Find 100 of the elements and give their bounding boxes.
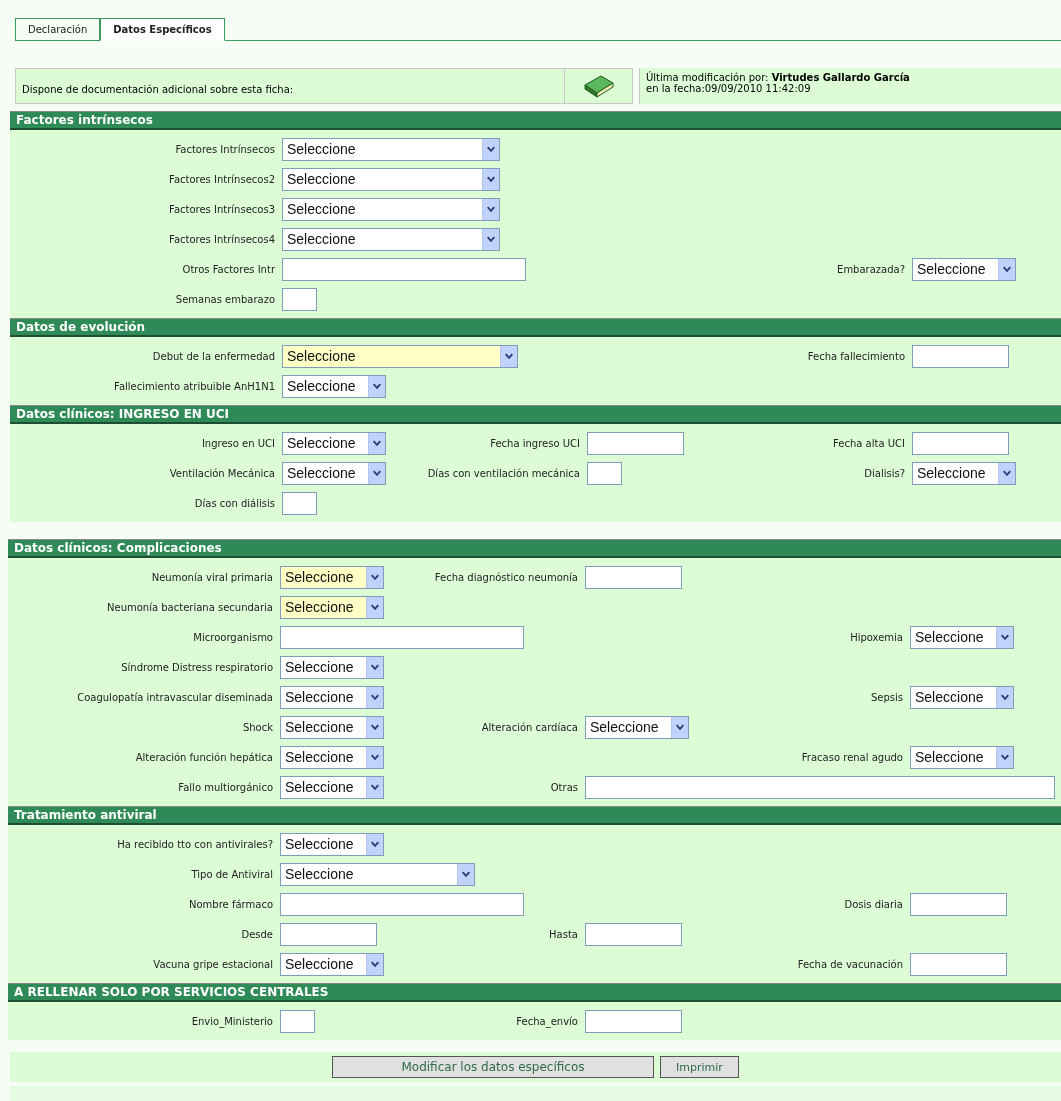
section-header: Tratamiento antiviral <box>8 806 1061 825</box>
dropdown[interactable]: Seleccione <box>282 374 386 398</box>
field-label: Días con diálisis <box>193 497 275 509</box>
chevron-down-icon <box>366 596 383 618</box>
dropdown[interactable]: Seleccione <box>585 715 689 739</box>
chevron-down-icon <box>998 258 1015 280</box>
chevron-down-icon <box>366 686 383 708</box>
field-label: Shock <box>241 721 273 733</box>
chevron-down-icon <box>366 566 383 588</box>
chevron-down-icon <box>368 462 385 484</box>
chevron-down-icon <box>482 168 499 190</box>
dropdown[interactable]: Seleccione <box>282 461 386 485</box>
field-label: Dosis diaria <box>843 898 903 910</box>
text-field[interactable] <box>585 1009 682 1033</box>
text-field[interactable] <box>910 952 1007 976</box>
dropdown[interactable]: Seleccione <box>912 461 1016 485</box>
dropdown[interactable]: Seleccione <box>280 655 384 679</box>
chevron-down-icon <box>366 833 383 855</box>
dropdown[interactable]: Seleccione <box>280 832 384 856</box>
field-label: Días con ventilación mecánica <box>426 467 580 479</box>
field-label: Neumonía viral primaria <box>150 571 273 583</box>
last-modified-date: en la fecha:09/09/2010 11:42:09 <box>646 83 812 94</box>
field-label: Fecha alta UCI <box>832 437 905 449</box>
text-field[interactable] <box>280 1009 315 1033</box>
dropdown[interactable]: Seleccione <box>282 197 500 221</box>
field-label: Embarazada? <box>836 263 905 275</box>
chevron-down-icon <box>996 686 1013 708</box>
dropdown[interactable]: Seleccione <box>280 715 384 739</box>
text-field[interactable] <box>587 461 622 485</box>
field-label: Vacuna gripe estacional <box>152 958 273 970</box>
dropdown[interactable]: Seleccione <box>282 137 500 161</box>
dropdown[interactable]: Seleccione <box>282 227 500 251</box>
dropdown[interactable]: Seleccione <box>910 745 1014 769</box>
field-label: Debut de la enfermedad <box>151 350 275 362</box>
chevron-down-icon <box>482 228 499 250</box>
field-label: Factores Intrínsecos3 <box>168 203 275 215</box>
chevron-down-icon <box>671 716 688 738</box>
chevron-down-icon <box>482 198 499 220</box>
field-label: Síndrome Distress respiratorio <box>120 661 273 673</box>
text-field[interactable] <box>282 257 526 281</box>
section-header: Datos de evolución <box>10 318 1061 337</box>
text-field[interactable] <box>585 922 682 946</box>
text-field[interactable] <box>587 431 684 455</box>
field-label: Microorganismo <box>192 631 273 643</box>
text-field[interactable] <box>282 287 317 311</box>
dropdown[interactable]: Seleccione <box>282 431 386 455</box>
section-header: Factores intrínsecos <box>10 111 1061 130</box>
field-label: Alteración función hepática <box>134 751 273 763</box>
chevron-down-icon <box>996 626 1013 648</box>
field-label: Fracaso renal agudo <box>800 751 903 763</box>
field-label: Sepsis <box>869 691 903 703</box>
dropdown[interactable]: Seleccione <box>282 344 518 368</box>
chevron-down-icon <box>366 953 383 975</box>
dropdown[interactable]: Seleccione <box>910 685 1014 709</box>
tab[interactable]: Datos Específicos <box>100 18 225 41</box>
dropdown[interactable]: Seleccione <box>280 745 384 769</box>
chevron-down-icon <box>366 656 383 678</box>
text-field[interactable] <box>280 922 377 946</box>
field-label: Factores Intrínsecos2 <box>168 173 275 185</box>
chevron-down-icon <box>366 716 383 738</box>
print-button[interactable]: Imprimir <box>660 1056 739 1078</box>
dropdown[interactable]: Seleccione <box>282 167 500 191</box>
text-field[interactable] <box>912 344 1009 368</box>
field-label: Nombre fármaco <box>188 898 273 910</box>
chevron-down-icon <box>368 375 385 397</box>
field-label: Neumonía bacteriana secundaria <box>106 601 273 613</box>
text-field[interactable] <box>912 431 1009 455</box>
dropdown[interactable]: Seleccione <box>280 595 384 619</box>
text-field[interactable] <box>280 892 524 916</box>
field-label: Factores Intrínsecos4 <box>168 233 275 245</box>
dropdown[interactable]: Seleccione <box>280 952 384 976</box>
section-header: Datos clínicos: INGRESO EN UCI <box>10 405 1061 424</box>
documentation-note: Dispone de documentación adicional sobre esta ficha: <box>15 68 565 104</box>
field-label: Tipo de Antiviral <box>190 868 273 880</box>
dropdown[interactable]: Seleccione <box>280 685 384 709</box>
dropdown[interactable]: Seleccione <box>280 775 384 799</box>
modify-button[interactable]: Modificar los datos específicos <box>332 1056 654 1078</box>
dropdown[interactable]: Seleccione <box>280 565 384 589</box>
chevron-down-icon <box>482 138 499 160</box>
field-label: Fecha ingreso UCI <box>489 437 580 449</box>
chevron-down-icon <box>366 746 383 768</box>
last-modified-by: Última modificación por: Virtudes Gallardo García <box>646 72 911 83</box>
field-label: Desde <box>240 928 273 940</box>
text-field[interactable] <box>280 625 524 649</box>
section-header: Datos clínicos: Complicaciones <box>8 539 1061 558</box>
book-icon[interactable] <box>582 73 615 99</box>
field-label: Ingreso en UCI <box>200 437 275 449</box>
text-field[interactable] <box>585 775 1055 799</box>
field-label: Hasta <box>548 928 578 940</box>
field-label: Dialisis? <box>863 467 905 479</box>
field-label: Ha recibido tto con antivirales? <box>116 838 273 850</box>
field-label: Fecha fallecimiento <box>806 350 905 362</box>
text-field[interactable] <box>585 565 682 589</box>
dropdown[interactable]: Seleccione <box>280 862 475 886</box>
text-field[interactable] <box>910 892 1007 916</box>
tab[interactable]: Declaración <box>15 18 101 40</box>
dropdown[interactable]: Seleccione <box>910 625 1014 649</box>
field-label: Envio_Ministerio <box>190 1015 273 1027</box>
text-field[interactable] <box>282 491 317 515</box>
dropdown[interactable]: Seleccione <box>912 257 1016 281</box>
